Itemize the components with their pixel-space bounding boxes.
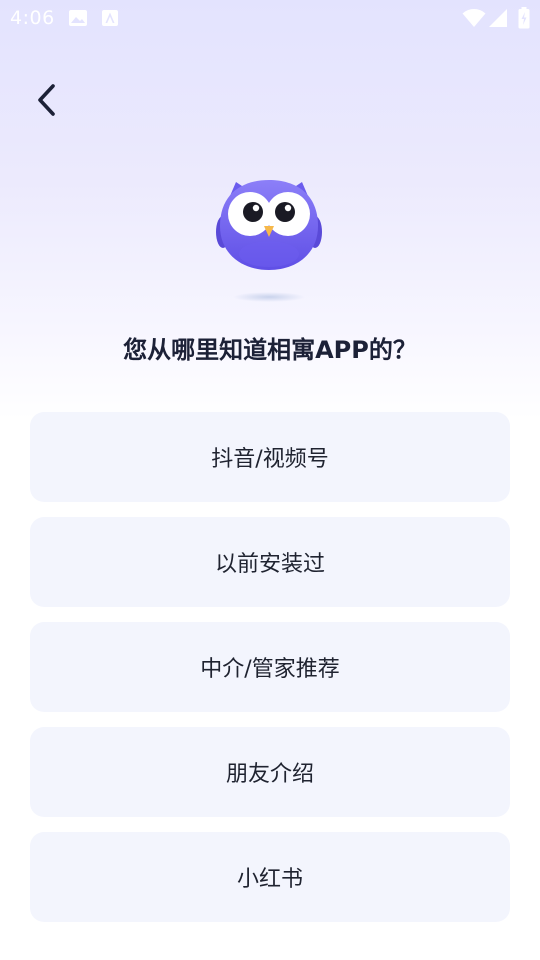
image-icon (68, 9, 88, 31)
option-label: 小红书 (236, 867, 303, 892)
battery-charging-icon (518, 7, 530, 33)
option-friend-referral[interactable]: 朋友介绍 (30, 727, 510, 817)
screen: 4:06 您从哪里知道相寓APP的？ 抖音/视频号 以前安装过 中介/管家推荐 … (0, 0, 540, 960)
option-installed-before[interactable]: 以前安装过 (30, 517, 510, 607)
owl-mascot (210, 174, 328, 304)
option-agent-recommendation[interactable]: 中介/管家推荐 (30, 622, 510, 712)
signal-icon (488, 8, 508, 32)
status-bar: 4:06 (0, 0, 540, 36)
option-label: 以前安装过 (214, 552, 325, 577)
option-label: 中介/管家推荐 (200, 657, 340, 682)
app-notification-icon (101, 9, 119, 31)
options-list: 抖音/视频号 以前安装过 中介/管家推荐 朋友介绍 小红书 (30, 412, 510, 937)
status-time: 4:06 (10, 7, 55, 29)
back-button[interactable] (26, 80, 66, 124)
option-douyin-shipinhao[interactable]: 抖音/视频号 (30, 412, 510, 502)
option-xiaohongshu[interactable]: 小红书 (30, 832, 510, 922)
wifi-icon (462, 8, 486, 32)
option-label: 抖音/视频号 (211, 447, 329, 472)
question-title: 您从哪里知道相寓APP的？ (123, 336, 417, 364)
chevron-left-icon (34, 82, 58, 122)
option-label: 朋友介绍 (225, 762, 314, 787)
